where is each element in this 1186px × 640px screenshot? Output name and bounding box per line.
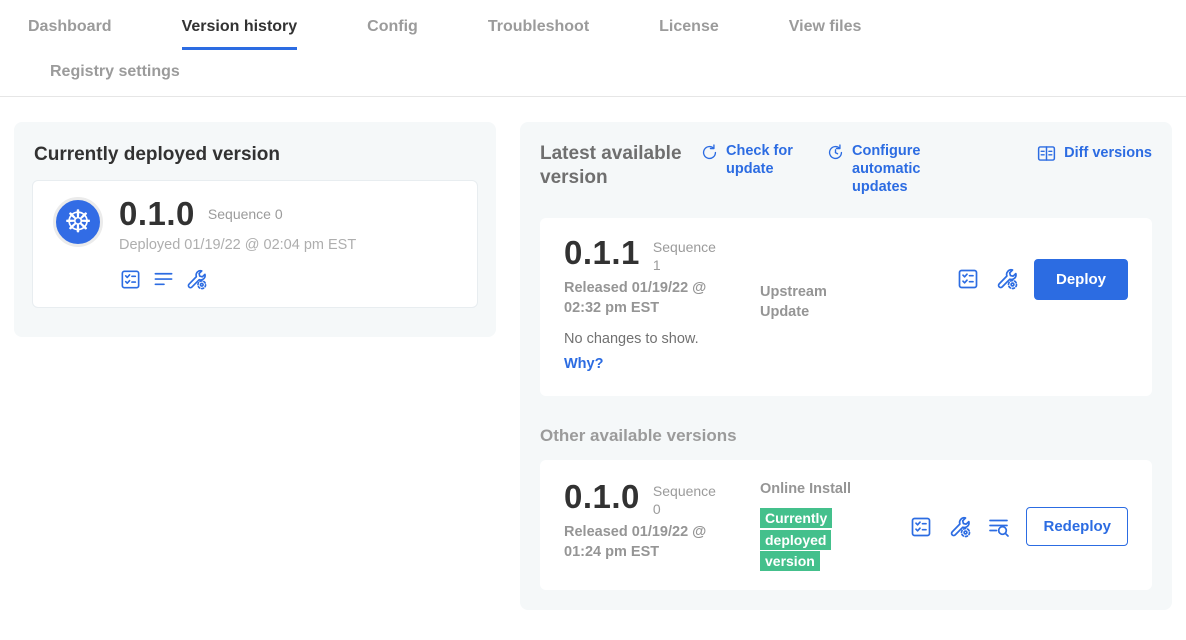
diff-versions-label: Diff versions — [1064, 144, 1152, 162]
logs-icon[interactable] — [987, 515, 1011, 539]
auto-update-clock-icon — [826, 143, 845, 162]
refresh-icon — [700, 143, 719, 162]
tab-config[interactable]: Config — [367, 18, 418, 50]
deployed-panel-title: Currently deployed version — [34, 144, 478, 166]
other-version-source: Online Install — [760, 480, 872, 500]
configure-auto-updates-label: Configure automatic updates — [852, 142, 980, 196]
deploy-button[interactable]: Deploy — [1034, 259, 1128, 300]
config-icon[interactable] — [995, 267, 1019, 291]
check-for-update-label: Check for update — [726, 142, 800, 178]
currently-deployed-badge: Currently deployed version — [760, 508, 832, 573]
diff-icon — [1036, 143, 1057, 164]
primary-tabs: Dashboard Version history Config Trouble… — [0, 0, 1186, 50]
deployed-version-card: ☸ 0.1.0 Sequence 0 Deployed 01/19/22 @ 0… — [32, 180, 478, 308]
check-for-update-link[interactable]: Check for update — [700, 142, 800, 178]
deployed-card-actions — [119, 268, 356, 291]
latest-version-sequence: Sequence 1 — [653, 239, 719, 274]
release-notes-icon[interactable] — [956, 267, 980, 291]
configure-auto-updates-link[interactable]: Configure automatic updates — [826, 142, 980, 196]
deployed-panel: Currently deployed version ☸ 0.1.0 Seque… — [14, 122, 496, 337]
redeploy-button[interactable]: Redeploy — [1026, 507, 1128, 546]
config-icon[interactable] — [948, 515, 972, 539]
kubernetes-icon: ☸ — [53, 197, 103, 247]
diff-versions-link[interactable]: Diff versions — [1036, 142, 1152, 164]
deployed-timestamp: Deployed 01/19/22 @ 02:04 pm EST — [119, 237, 356, 253]
latest-released-timestamp: Released 01/19/22 @ 02:32 pm EST — [564, 279, 740, 318]
available-panel-title: Latest available version — [540, 142, 692, 190]
tab-license[interactable]: License — [659, 18, 719, 50]
tab-dashboard[interactable]: Dashboard — [28, 18, 112, 50]
view-files-icon[interactable] — [152, 268, 175, 291]
tab-troubleshoot[interactable]: Troubleshoot — [488, 18, 589, 50]
tab-registry-settings[interactable]: Registry settings — [50, 63, 1186, 81]
release-notes-icon[interactable] — [909, 515, 933, 539]
other-version-source-block: Online Install Currently deployed versio… — [760, 480, 872, 572]
tab-version-history[interactable]: Version history — [182, 18, 298, 50]
tab-view-files[interactable]: View files — [789, 18, 862, 50]
other-version-sequence: Sequence 0 — [653, 483, 719, 518]
other-card-actions: Redeploy — [909, 507, 1128, 546]
latest-version-card: 0.1.1 Sequence 1 Released 01/19/22 @ 02:… — [540, 218, 1152, 396]
release-notes-icon[interactable] — [119, 268, 142, 291]
top-nav: Dashboard Version history Config Trouble… — [0, 0, 1186, 97]
available-panel-header: Latest available version Check for updat… — [540, 142, 1152, 196]
config-icon[interactable] — [185, 268, 208, 291]
other-released-timestamp: Released 01/19/22 @ 01:24 pm EST — [564, 523, 740, 562]
latest-version-number: 0.1.1 — [564, 236, 640, 271]
deployed-card-body: 0.1.0 Sequence 0 Deployed 01/19/22 @ 02:… — [119, 197, 356, 291]
no-changes-text: No changes to show. — [564, 331, 1128, 347]
other-version-block: 0.1.0 Sequence 0 Released 01/19/22 @ 01:… — [564, 480, 760, 572]
currently-deployed-badge-label: Currently deployed version — [760, 508, 832, 571]
secondary-tabs: Registry settings — [0, 50, 1186, 96]
why-link[interactable]: Why? — [564, 356, 603, 372]
deployed-version-number: 0.1.0 — [119, 197, 195, 232]
latest-version-source: Upstream Update — [760, 236, 872, 322]
latest-version-block: 0.1.1 Sequence 1 Released 01/19/22 @ 02:… — [564, 236, 760, 322]
latest-card-actions: Deploy — [956, 259, 1128, 300]
other-version-card: 0.1.0 Sequence 0 Released 01/19/22 @ 01:… — [540, 460, 1152, 590]
other-versions-heading: Other available versions — [540, 426, 1152, 446]
deployed-version-sequence: Sequence 0 — [208, 206, 283, 222]
available-panel: Latest available version Check for updat… — [520, 122, 1172, 610]
other-version-number: 0.1.0 — [564, 480, 640, 515]
